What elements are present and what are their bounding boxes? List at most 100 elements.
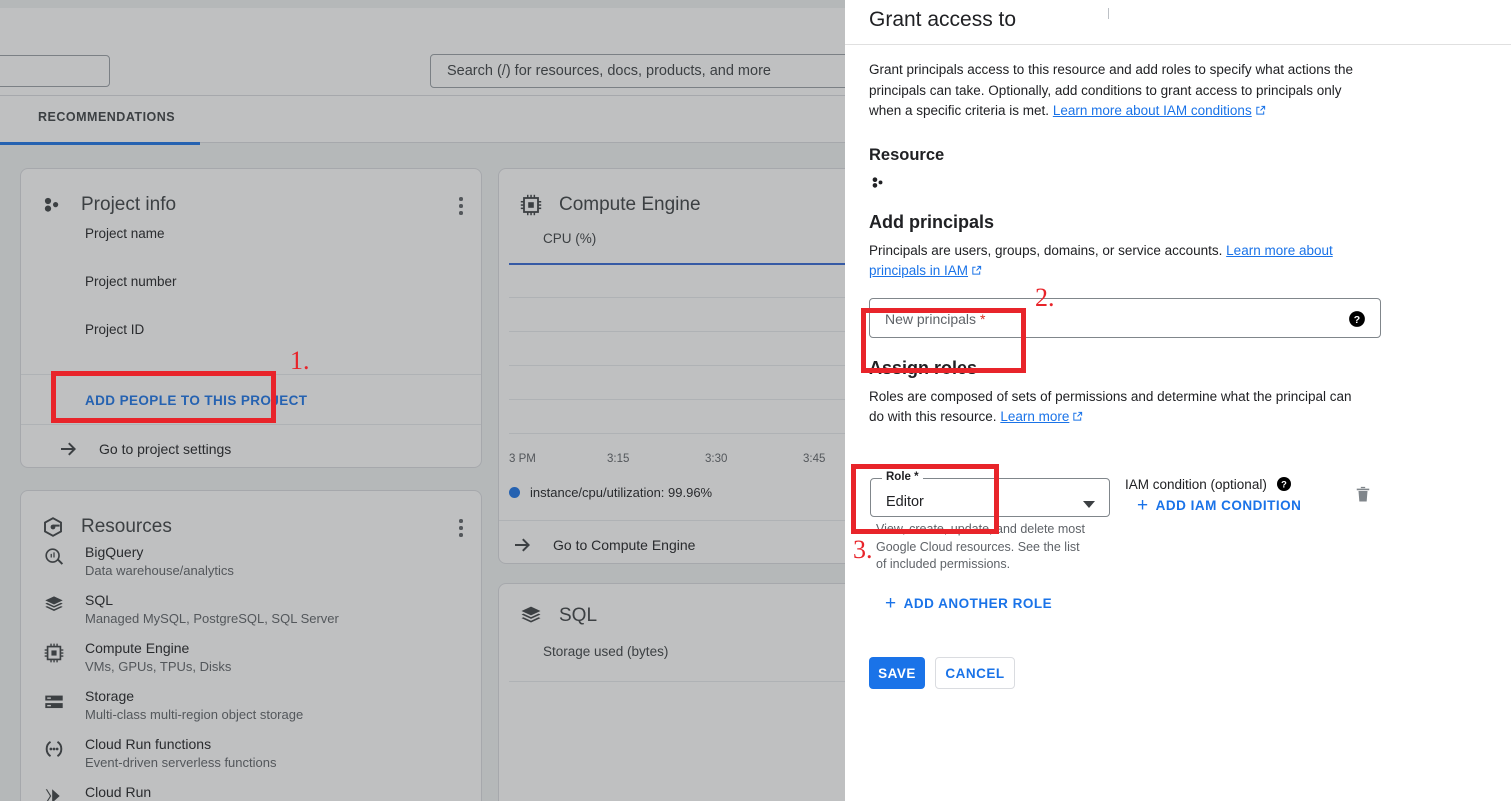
- resource-desc: VMs, GPUs, TPUs, Disks: [85, 659, 232, 674]
- legend-color-dot: [509, 487, 520, 498]
- role-help-text: View, create, update, and delete most Go…: [876, 522, 1085, 571]
- svg-text:?: ?: [1281, 479, 1287, 489]
- project-info-title: Project info: [81, 194, 177, 215]
- chevron-down-icon[interactable]: [1083, 501, 1095, 508]
- assign-roles-subtext-label: Roles are composed of sets of permission…: [869, 388, 1352, 425]
- cpu-utilization-chart: [509, 263, 845, 443]
- add-another-role-label: ADD ANOTHER ROLE: [903, 596, 1053, 611]
- learn-more-roles-link[interactable]: Learn more: [1000, 409, 1069, 424]
- resource-name: Cloud Run: [85, 784, 152, 800]
- resources-header: Resources: [41, 515, 172, 539]
- help-icon[interactable]: ?: [1276, 477, 1292, 492]
- panel-caret-mark: [1108, 8, 1109, 19]
- database-layers-icon: [521, 606, 541, 623]
- compute-engine-title: Compute Engine: [559, 194, 701, 215]
- list-item[interactable]: Compute Engine VMs, GPUs, TPUs, Disks: [21, 640, 481, 674]
- sql-card-title: SQL: [559, 605, 598, 626]
- tab-recommendations[interactable]: RECOMMENDATIONS: [38, 110, 175, 124]
- project-info-action-footer: ADD PEOPLE TO THIS PROJECT: [21, 374, 481, 424]
- resources-title: Resources: [81, 516, 172, 537]
- arrow-right-icon: [61, 442, 76, 456]
- iam-condition-label: IAM condition (optional) ?: [1125, 476, 1292, 492]
- sql-chart-baseline: [509, 681, 845, 682]
- resource-desc: Event-driven serverless functions: [85, 755, 277, 770]
- resource-name: Storage: [85, 688, 135, 704]
- chart-gridline: [509, 433, 845, 434]
- sql-metric-label: Storage used (bytes): [543, 644, 669, 659]
- chart-gridline: [509, 399, 845, 400]
- list-item[interactable]: Cloud Run functions Event-driven serverl…: [21, 736, 481, 770]
- project-id-label: Project ID: [85, 322, 145, 337]
- go-to-project-settings-link[interactable]: Go to project settings: [57, 437, 231, 461]
- compute-engine-footer: Go to Compute Engine: [499, 520, 845, 564]
- cloud-functions-icon: [45, 741, 63, 757]
- svg-text:?: ?: [1354, 313, 1360, 325]
- new-principals-placeholder-text: New principals: [885, 310, 977, 327]
- panel-description: Grant principals access to this resource…: [869, 60, 1374, 122]
- add-another-role-button[interactable]: + ADD ANOTHER ROLE: [885, 594, 1052, 613]
- storage-icon: [45, 695, 63, 709]
- resources-hex-icon: [44, 517, 62, 537]
- arrow-right-icon: [515, 538, 530, 552]
- help-icon[interactable]: ?: [1348, 310, 1366, 333]
- project-name-redacted: [0, 61, 72, 83]
- add-principals-heading: Add principals: [869, 211, 995, 232]
- chart-xtick: 3:15: [607, 453, 630, 465]
- new-principals-input[interactable]: New principals * ?: [869, 297, 1381, 338]
- role-label: Role *: [882, 471, 923, 483]
- project-number-label: Project number: [85, 274, 177, 289]
- resource-desc: Managed MySQL, PostgreSQL, SQL Server: [85, 611, 339, 626]
- external-link-icon: [1256, 105, 1265, 115]
- project-info-settings-footer: Go to project settings: [21, 424, 481, 468]
- project-id-value-redacted: [85, 341, 259, 368]
- save-button[interactable]: SAVE: [869, 657, 925, 689]
- tab-active-indicator: [0, 142, 200, 145]
- chart-xtick: 3 PM: [509, 453, 536, 465]
- search-input[interactable]: Search (/) for resources, docs, products…: [430, 54, 845, 88]
- trash-icon[interactable]: [1353, 484, 1373, 509]
- go-to-compute-engine-label: Go to Compute Engine: [553, 537, 696, 553]
- search-placeholder: Search (/) for resources, docs, products…: [447, 63, 771, 79]
- sql-card: SQL Storage used (bytes): [498, 583, 845, 801]
- chart-xtick: 3:45: [803, 453, 826, 465]
- project-name-value-redacted: [85, 245, 200, 275]
- list-item[interactable]: SQL Managed MySQL, PostgreSQL, SQL Serve…: [21, 592, 481, 626]
- resources-more-button[interactable]: [459, 519, 463, 537]
- go-to-project-settings-label: Go to project settings: [99, 441, 232, 457]
- plus-icon: +: [885, 593, 897, 614]
- add-people-to-project-button[interactable]: ADD PEOPLE TO THIS PROJECT: [85, 393, 307, 408]
- role-required-marker: *: [914, 471, 919, 483]
- add-iam-condition-label: ADD IAM CONDITION: [1155, 498, 1302, 513]
- browser-chrome-strip: [0, 8, 845, 27]
- compute-engine-card: Compute Engine CPU (%) 3 PM 3:15 3:30 3:…: [498, 168, 845, 564]
- project-info-more-button[interactable]: [459, 197, 463, 215]
- external-link-icon: [1073, 411, 1083, 421]
- assign-roles-subtext: Roles are composed of sets of permission…: [869, 387, 1369, 428]
- role-label-text: Role: [886, 471, 911, 483]
- chart-gridline: [509, 365, 845, 366]
- learn-more-iam-conditions-link[interactable]: Learn more about IAM conditions: [1053, 103, 1252, 118]
- external-link-icon: [972, 265, 982, 275]
- required-marker: *: [979, 310, 986, 327]
- bigquery-icon: [45, 548, 64, 565]
- cpu-chip-icon: [44, 643, 64, 663]
- resource-name: SQL: [85, 592, 114, 608]
- panel-title: Grant access to: [869, 8, 1017, 31]
- resource-desc: Multi-class multi-region object storage: [85, 707, 304, 722]
- project-selector[interactable]: [0, 55, 110, 87]
- chart-metric-label: CPU (%): [543, 231, 597, 246]
- cloud-console-background: Search (/) for resources, docs, products…: [0, 0, 845, 801]
- chart-series-line: [509, 263, 845, 265]
- project-name-label: Project name: [85, 226, 165, 241]
- chart-gridline: [509, 297, 845, 298]
- list-item[interactable]: Cloud Run: [21, 784, 481, 801]
- project-info-card: Project info Project name Project number…: [20, 168, 482, 468]
- cancel-button[interactable]: CANCEL: [935, 657, 1015, 689]
- role-select[interactable]: Role * Editor: [870, 471, 1110, 517]
- list-item[interactable]: Storage Multi-class multi-region object …: [21, 688, 481, 722]
- list-item[interactable]: BigQuery Data warehouse/analytics: [21, 544, 481, 578]
- add-iam-condition-button[interactable]: + ADD IAM CONDITION: [1137, 496, 1301, 515]
- go-to-compute-engine-link[interactable]: Go to Compute Engine: [511, 533, 695, 557]
- new-principals-placeholder: New principals *: [885, 311, 985, 327]
- add-principals-subtext: Principals are users, groups, domains, o…: [869, 241, 1379, 282]
